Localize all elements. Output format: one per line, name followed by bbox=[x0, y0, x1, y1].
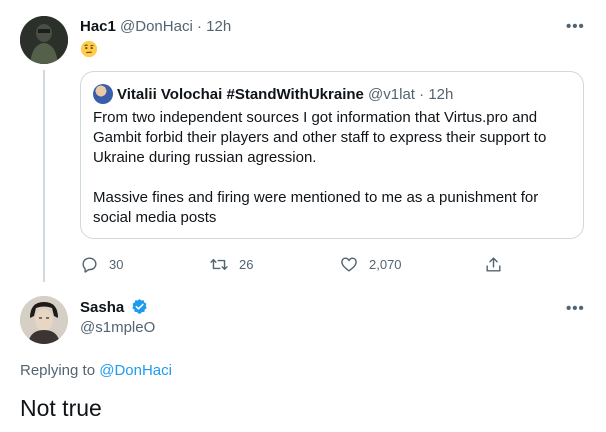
dot-separator: · bbox=[419, 86, 425, 103]
avatar-image bbox=[20, 16, 68, 64]
tweet-text: Not true bbox=[20, 395, 102, 421]
quoted-tweet-header: Vitalii Volochai #StandWithUkraine @v1la… bbox=[93, 84, 453, 105]
more-options-icon[interactable]: ••• bbox=[566, 300, 585, 317]
retweet-button[interactable]: 26 bbox=[209, 253, 253, 275]
like-count: 2,070 bbox=[369, 256, 402, 272]
like-button[interactable]: 2,070 bbox=[339, 253, 402, 275]
quoted-paragraph: Massive fines and firing were mentioned … bbox=[93, 189, 539, 226]
user-handle[interactable]: @s1mpleO bbox=[80, 318, 155, 338]
avatar-image bbox=[20, 296, 68, 344]
thread-connector-line bbox=[43, 70, 45, 282]
reply-count: 30 bbox=[109, 256, 124, 272]
raised-eyebrow-emoji-icon bbox=[80, 40, 98, 58]
retweet-count: 26 bbox=[239, 256, 254, 272]
reply-button[interactable]: 30 bbox=[80, 253, 123, 275]
display-name[interactable]: Hac1 bbox=[80, 18, 116, 35]
verified-badge-icon bbox=[132, 299, 148, 314]
display-name: Sasha bbox=[80, 298, 148, 318]
quoted-avatar[interactable] bbox=[93, 84, 113, 104]
dot-separator: · bbox=[196, 18, 202, 35]
quoted-tweet-text: From two independent sources I got infor… bbox=[93, 108, 573, 228]
quoted-user-handle[interactable]: @v1lat bbox=[368, 86, 415, 103]
avatar[interactable] bbox=[20, 16, 68, 64]
replying-to-line: Replying to @DonHaci bbox=[20, 361, 172, 381]
heart-icon bbox=[341, 256, 357, 272]
replying-to-link[interactable]: @DonHaci bbox=[99, 362, 172, 379]
avatar[interactable] bbox=[20, 296, 68, 344]
tweet-header: Hac1 @DonHaci · 12h bbox=[80, 17, 231, 37]
user-handle[interactable]: @DonHaci bbox=[120, 18, 193, 35]
share-icon bbox=[486, 256, 501, 272]
replying-prefix: Replying to bbox=[20, 362, 96, 379]
reply-icon bbox=[82, 256, 97, 273]
quoted-tweet[interactable]: Vitalii Volochai #StandWithUkraine @v1la… bbox=[80, 71, 584, 239]
display-name-text[interactable]: Sasha bbox=[80, 299, 124, 316]
quoted-display-name[interactable]: Vitalii Volochai #StandWithUkraine bbox=[117, 86, 364, 103]
timestamp[interactable]: 12h bbox=[206, 18, 231, 35]
quoted-timestamp[interactable]: 12h bbox=[428, 86, 453, 103]
retweet-icon bbox=[210, 258, 228, 270]
share-button[interactable] bbox=[484, 253, 503, 275]
quoted-paragraph: From two independent sources I got infor… bbox=[93, 109, 547, 166]
more-options-icon[interactable]: ••• bbox=[566, 18, 585, 35]
